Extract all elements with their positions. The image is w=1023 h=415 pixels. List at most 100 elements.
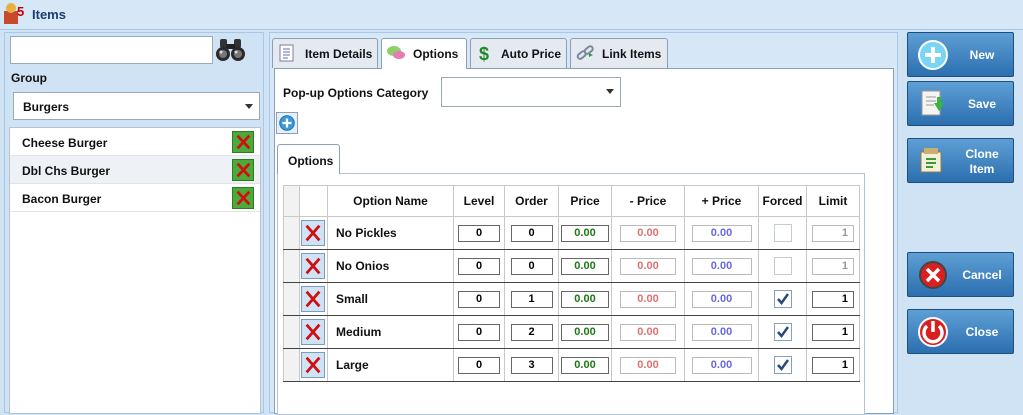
level-input[interactable]	[458, 257, 500, 275]
forced-checkbox[interactable]	[773, 257, 792, 275]
delete-icon[interactable]	[232, 187, 254, 209]
minus-price-input[interactable]	[620, 323, 676, 341]
forced-cell	[758, 216, 807, 250]
new-button[interactable]: New	[907, 32, 1014, 77]
minus-price-input[interactable]	[620, 356, 676, 374]
list-item[interactable]: Cheese Burger	[10, 128, 260, 156]
link-icon	[576, 45, 594, 60]
minus-price-input[interactable]	[620, 257, 676, 275]
list-item[interactable]: Dbl Chs Burger	[10, 156, 260, 184]
order-cell	[504, 348, 559, 382]
level-input[interactable]	[458, 224, 500, 242]
order-input[interactable]	[510, 356, 553, 374]
limit-input[interactable]	[812, 224, 854, 242]
option-row: Medium	[283, 315, 860, 349]
order-cell	[504, 249, 559, 283]
forced-cell	[758, 282, 807, 316]
price-input[interactable]	[561, 224, 609, 242]
tab-options[interactable]: Options	[381, 38, 467, 69]
order-input[interactable]	[510, 224, 553, 242]
option-name-cell: No Pickles	[327, 216, 454, 250]
column-header: Price	[558, 185, 612, 217]
delete-icon[interactable]	[232, 159, 254, 181]
option-name-cell: Medium	[327, 315, 454, 349]
plus-price-input[interactable]	[691, 257, 752, 275]
plus-price-input[interactable]	[691, 224, 752, 242]
subtab-options[interactable]: Options	[277, 144, 340, 174]
limit-input[interactable]	[812, 257, 854, 275]
delete-row-icon[interactable]	[301, 319, 325, 345]
popup-category-dropdown[interactable]	[441, 77, 621, 107]
plus-price-input[interactable]	[691, 356, 752, 374]
price-input[interactable]	[561, 290, 609, 308]
price-cell	[558, 249, 612, 283]
forced-checkbox[interactable]	[773, 290, 792, 308]
tab-item-details[interactable]: Item Details	[272, 38, 378, 68]
order-cell	[504, 315, 559, 349]
clone-item-button[interactable]: Clone Item	[907, 138, 1014, 183]
title-bar: 5 Items	[0, 0, 1023, 30]
minus-price-input[interactable]	[620, 290, 676, 308]
power-icon	[918, 317, 948, 347]
delete-row-icon[interactable]	[301, 253, 325, 279]
search-input[interactable]	[10, 36, 213, 64]
binoculars-search-icon[interactable]	[213, 34, 249, 66]
delete-row-icon[interactable]	[301, 286, 325, 312]
header-corner	[283, 185, 300, 217]
limit-cell	[806, 216, 860, 250]
plus-price-cell	[684, 348, 759, 382]
price-cell	[558, 216, 612, 250]
minus-price-input[interactable]	[620, 224, 676, 242]
item-name: Cheese Burger	[22, 136, 108, 150]
price-input[interactable]	[561, 323, 609, 341]
tab-link-items[interactable]: Link Items	[570, 38, 668, 68]
order-cell	[504, 282, 559, 316]
delete-row-icon[interactable]	[301, 220, 325, 246]
forced-checkbox[interactable]	[773, 356, 792, 374]
save-document-icon	[921, 90, 944, 116]
chevron-down-icon	[245, 104, 253, 109]
list-item[interactable]: Bacon Burger	[10, 184, 260, 212]
delete-icon[interactable]	[232, 131, 254, 153]
delete-cell	[299, 348, 328, 382]
forced-checkbox[interactable]	[773, 224, 792, 242]
plus-price-input[interactable]	[691, 290, 752, 308]
plus-price-cell	[684, 249, 759, 283]
price-input[interactable]	[561, 257, 609, 275]
plus-circle-icon	[918, 40, 948, 70]
minus-price-cell	[611, 315, 685, 349]
level-input[interactable]	[458, 356, 500, 374]
forced-checkbox[interactable]	[773, 323, 792, 341]
close-button[interactable]: Close	[907, 309, 1014, 354]
limit-input[interactable]	[812, 356, 854, 374]
minus-price-cell	[611, 348, 685, 382]
delete-row-icon[interactable]	[301, 352, 325, 378]
delete-cell	[299, 216, 328, 250]
plus-price-input[interactable]	[691, 323, 752, 341]
document-icon	[279, 44, 294, 62]
save-button[interactable]: Save	[907, 81, 1014, 126]
tab-auto-price[interactable]: $ Auto Price	[470, 38, 567, 68]
order-input[interactable]	[510, 257, 553, 275]
limit-input[interactable]	[812, 290, 854, 308]
order-input[interactable]	[510, 290, 553, 308]
limit-cell	[806, 249, 860, 283]
column-header: Level	[453, 185, 505, 217]
option-row: Large	[283, 348, 860, 382]
delete-cell	[299, 282, 328, 316]
limit-input[interactable]	[812, 323, 854, 341]
options-grid-panel: Option Name Level Order Price - Price + …	[277, 173, 865, 415]
add-option-icon[interactable]	[276, 112, 298, 134]
row-header-cell	[283, 249, 300, 283]
checkmark-icon	[776, 326, 789, 339]
level-input[interactable]	[458, 290, 500, 308]
item-name: Bacon Burger	[22, 192, 102, 206]
plus-price-cell	[684, 216, 759, 250]
order-input[interactable]	[510, 323, 553, 341]
chevron-down-icon	[606, 89, 614, 94]
plus-price-cell	[684, 282, 759, 316]
group-dropdown[interactable]: Burgers	[13, 92, 260, 120]
cancel-button[interactable]: Cancel	[907, 252, 1014, 297]
level-input[interactable]	[458, 323, 500, 341]
price-input[interactable]	[561, 356, 609, 374]
